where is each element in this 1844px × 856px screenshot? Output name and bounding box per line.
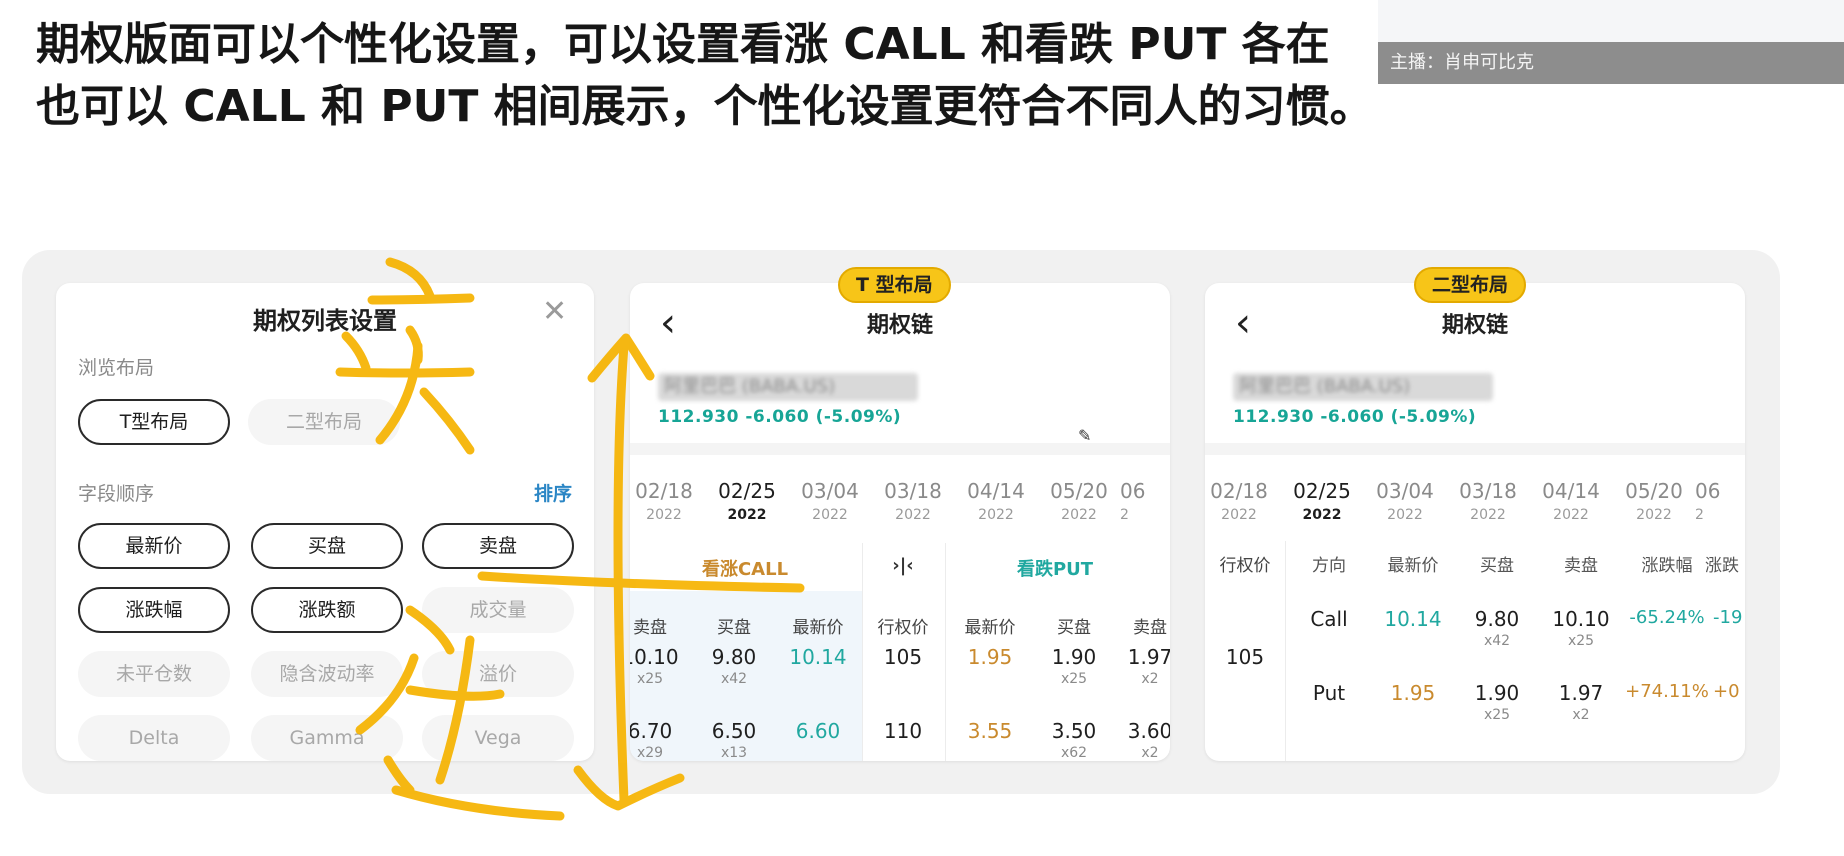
last-cell[interactable]: 1.95 — [1371, 681, 1455, 705]
sort-link[interactable]: 排序 — [534, 479, 572, 506]
expiry-tab-active[interactable]: 02/25 2022 — [1280, 479, 1364, 523]
stock-quote: 112.930 -6.060 (-5.09%) — [1233, 407, 1477, 427]
col-header: 卖盘 — [1564, 556, 1598, 576]
chain-title: 期权链 — [866, 313, 933, 338]
call-group-label: 看涨CALL — [701, 559, 789, 580]
expiry-tab[interactable]: 03/04 2022 — [788, 479, 872, 523]
field-last-price[interactable]: 最新价 — [78, 523, 230, 569]
last-cell[interactable]: 10.14 — [1371, 607, 1455, 631]
field-change-pct[interactable]: 涨跌幅 — [78, 587, 230, 633]
heading-line-2: 也可以 CALL 和 PUT 相间展示，个性化设置更符合不同人的习惯。 — [36, 81, 1374, 132]
col-header: 最新价 — [964, 618, 1016, 638]
collapse-icon[interactable]: ›|‹ — [862, 555, 944, 576]
option-chain-two-layout: ‹ 期权链 阿里巴巴 (BABA.US) 112.930 -6.060 (-5.… — [1205, 283, 1745, 761]
change-pct-cell: +74.11% — [1625, 681, 1709, 702]
field-delta[interactable]: Delta — [78, 715, 230, 761]
expiry-tab[interactable]: 04/14 2022 — [954, 479, 1038, 523]
expiry-tab[interactable]: 03/18 2022 — [1446, 479, 1530, 523]
col-header-strike: 行权价 — [1219, 556, 1271, 576]
call-last-cell[interactable]: 10.14 — [776, 645, 860, 669]
expiry-tab[interactable]: 04/14 2022 — [1529, 479, 1613, 523]
two-layout-badge: 二型布局 — [1414, 267, 1527, 303]
bid-cell[interactable]: 1.90 x25 — [1455, 681, 1539, 723]
call-bid-cell[interactable]: 9.80 x42 — [692, 645, 776, 687]
layout-option-t[interactable]: T型布局 — [78, 399, 230, 445]
col-header: 买盘 — [717, 618, 751, 638]
col-header: 涨跌 — [1705, 556, 1739, 576]
put-last-cell[interactable]: 1.95 — [948, 645, 1032, 669]
chain-title: 期权链 — [1441, 313, 1508, 338]
settings-title: 期权列表设置 — [253, 307, 397, 335]
put-last-cell[interactable]: 3.55 — [948, 719, 1032, 743]
expiry-tab[interactable]: 02/18 2022 — [630, 479, 706, 523]
layout-option-two[interactable]: 二型布局 — [248, 399, 400, 445]
stock-name: 阿里巴巴 (BABA.US) — [1233, 373, 1493, 401]
expiry-tab[interactable]: 05/20 2022 — [1037, 479, 1121, 523]
layout-section-label: 浏览布局 — [78, 357, 155, 379]
expiry-tab[interactable]: 03/04 2022 — [1363, 479, 1447, 523]
put-ask-cell[interactable]: 1.97 x2 — [1108, 645, 1170, 687]
field-vega[interactable]: Vega — [422, 715, 574, 761]
call-ask-cell[interactable]: 10.10x25 — [630, 645, 692, 687]
field-volume[interactable]: 成交量 — [422, 587, 574, 633]
expiry-tab[interactable]: 06 2 — [1120, 479, 1170, 523]
heading-line-1: 期权版面可以个性化设置，可以设置看涨 CALL 和看跌 PUT 各在 — [36, 19, 1330, 70]
option-list-settings-panel: 期权列表设置 ✕ 浏览布局 T型布局 二型布局 字段顺序 排序 最新价 买盘 卖… — [56, 283, 594, 761]
field-open-interest[interactable]: 未平仓数 — [78, 651, 230, 697]
strike-cell: 110 — [883, 719, 923, 743]
change-pct-cell: -65.24% — [1629, 607, 1705, 628]
col-header: 买盘 — [1057, 618, 1091, 638]
field-implied-vol[interactable]: 隐含波动率 — [251, 651, 403, 697]
ask-cell[interactable]: 10.10 x25 — [1539, 607, 1623, 649]
put-bid-cell[interactable]: 1.90 x25 — [1032, 645, 1116, 687]
field-premium[interactable]: 溢价 — [422, 651, 574, 697]
col-header-strike: 行权价 — [877, 618, 929, 638]
put-group-label: 看跌PUT — [1016, 559, 1094, 580]
expiry-tab[interactable]: 03/18 2022 — [871, 479, 955, 523]
close-icon[interactable]: ✕ — [542, 297, 567, 327]
col-header: 涨跌幅 — [1641, 556, 1693, 576]
change-amt-cell: +0 — [1713, 681, 1740, 702]
bid-cell[interactable]: 9.80 x42 — [1455, 607, 1539, 649]
col-header: 卖盘 — [633, 618, 667, 638]
divider — [1205, 443, 1745, 455]
expiry-tab[interactable]: 06 2 — [1695, 479, 1745, 523]
field-ask[interactable]: 卖盘 — [422, 523, 574, 569]
pencil-icon: ✎ — [1078, 426, 1092, 445]
call-ask-cell[interactable]: 6.70 x29 — [630, 719, 692, 761]
put-ask-cell[interactable]: 3.60 x2 — [1108, 719, 1170, 761]
col-header: 买盘 — [1480, 556, 1514, 576]
stock-quote: 112.930 -6.060 (-5.09%) — [658, 407, 902, 427]
option-chain-t-layout: ‹ 期权链 阿里巴巴 (BABA.US) 112.930 -6.060 (-5.… — [630, 283, 1170, 761]
field-section-label: 字段顺序 — [78, 483, 155, 505]
strike-cell: 105 — [1225, 645, 1265, 669]
call-last-cell[interactable]: 6.60 — [776, 719, 860, 743]
video-overlay-top — [1378, 0, 1844, 42]
field-bid[interactable]: 买盘 — [251, 523, 403, 569]
strike-cell: 105 — [883, 645, 923, 669]
col-header: 方向 — [1312, 556, 1346, 576]
change-amt-cell: -19 — [1713, 607, 1743, 628]
expiry-tab[interactable]: 05/20 2022 — [1612, 479, 1696, 523]
t-layout-badge: T 型布局 — [838, 267, 951, 303]
col-header: 卖盘 — [1133, 618, 1167, 638]
field-gamma[interactable]: Gamma — [251, 715, 403, 761]
expiry-tab-active[interactable]: 02/25 2022 — [705, 479, 789, 523]
put-bid-cell[interactable]: 3.50 x62 — [1032, 719, 1116, 761]
stock-name: 阿里巴巴 (BABA.US) — [658, 373, 918, 401]
col-header: 最新价 — [792, 618, 844, 638]
field-change-amt[interactable]: 涨跌额 — [251, 587, 403, 633]
direction-put: Put — [1312, 681, 1346, 705]
ask-cell[interactable]: 1.97 x2 — [1539, 681, 1623, 723]
direction-call: Call — [1310, 607, 1348, 631]
expiry-tab[interactable]: 02/18 2022 — [1205, 479, 1281, 523]
streamer-banner: 主播：肖申可比克 — [1378, 42, 1844, 84]
slide-heading: 期权版面可以个性化设置，可以设置看涨 CALL 和看跌 PUT 各在 也可以 C… — [36, 14, 1386, 138]
call-bid-cell[interactable]: 6.50 x13 — [692, 719, 776, 761]
col-header: 最新价 — [1387, 556, 1439, 576]
